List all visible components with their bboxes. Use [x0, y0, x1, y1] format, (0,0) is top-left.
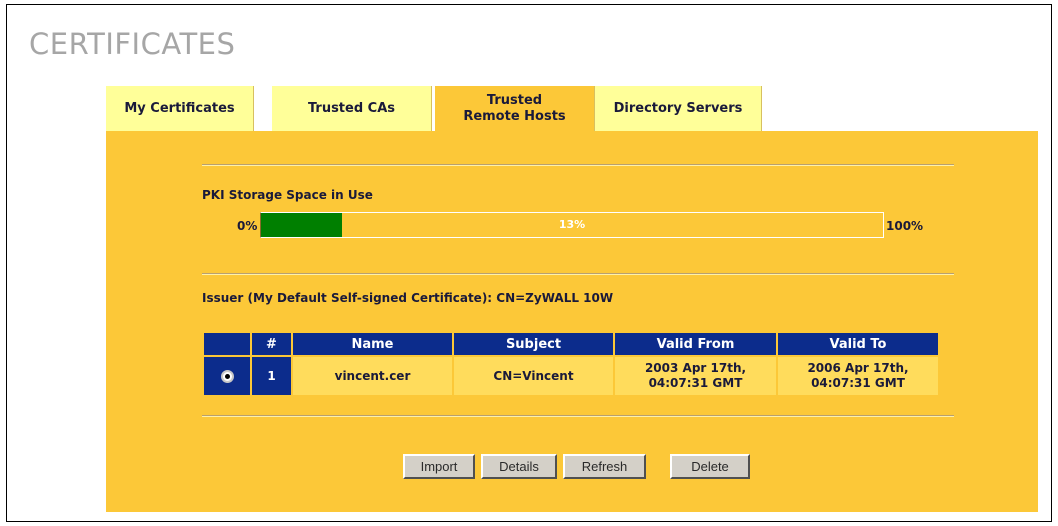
content-panel: PKI Storage Space in Use 0% 13% 100% Iss…: [106, 131, 1038, 512]
storage-label: PKI Storage Space in Use: [202, 188, 373, 202]
page-title: CERTIFICATES: [29, 27, 236, 61]
table-header-row: # Name Subject Valid From Valid To: [204, 333, 938, 355]
cert-name: vincent.cer: [293, 357, 452, 395]
divider-top: [202, 164, 954, 166]
storage-percent-text: 13%: [558, 218, 586, 231]
tab-directory-servers[interactable]: Directory Servers: [595, 86, 762, 131]
certificates-table: # Name Subject Valid From Valid To 1 vin…: [202, 331, 940, 397]
tab-trusted-cas[interactable]: Trusted CAs: [272, 86, 432, 131]
cert-valid-to: 2006 Apr 17th, 04:07:31 GMT: [778, 357, 938, 395]
cert-valid-from-text: 2003 Apr 17th, 04:07:31 GMT: [644, 361, 747, 390]
refresh-button[interactable]: Refresh: [563, 454, 646, 479]
select-cell: [204, 357, 250, 395]
row-select-radio[interactable]: [220, 369, 234, 383]
cert-subject: CN=Vincent: [454, 357, 613, 395]
divider-middle: [202, 273, 954, 275]
table-row: 1 vincent.cer CN=Vincent 2003 Apr 17th, …: [204, 357, 938, 395]
col-name-header: Name: [293, 333, 452, 355]
row-index: 1: [252, 357, 291, 395]
divider-bottom: [202, 415, 954, 417]
issuer-label: Issuer (My Default Self-signed Certifica…: [202, 291, 614, 305]
cert-valid-to-text: 2006 Apr 17th, 04:07:31 GMT: [807, 361, 909, 390]
details-button[interactable]: Details: [481, 454, 557, 479]
import-button[interactable]: Import: [403, 454, 475, 479]
tab-trusted-remote-hosts[interactable]: Trusted Remote Hosts: [435, 86, 595, 132]
col-valid-to-header: Valid To: [778, 333, 938, 355]
col-select-header: [204, 333, 250, 355]
storage-progress-bar: 13%: [260, 212, 884, 238]
storage-max-label: 100%: [886, 219, 924, 233]
storage-min-label: 0%: [237, 219, 258, 233]
col-valid-from-header: Valid From: [615, 333, 776, 355]
cert-valid-from: 2003 Apr 17th, 04:07:31 GMT: [615, 357, 776, 395]
col-subject-header: Subject: [454, 333, 613, 355]
tab-my-certificates[interactable]: My Certificates: [106, 86, 254, 131]
col-index-header: #: [252, 333, 291, 355]
tab-trusted-remote-hosts-label: Trusted Remote Hosts: [463, 93, 566, 124]
delete-button[interactable]: Delete: [670, 454, 750, 479]
